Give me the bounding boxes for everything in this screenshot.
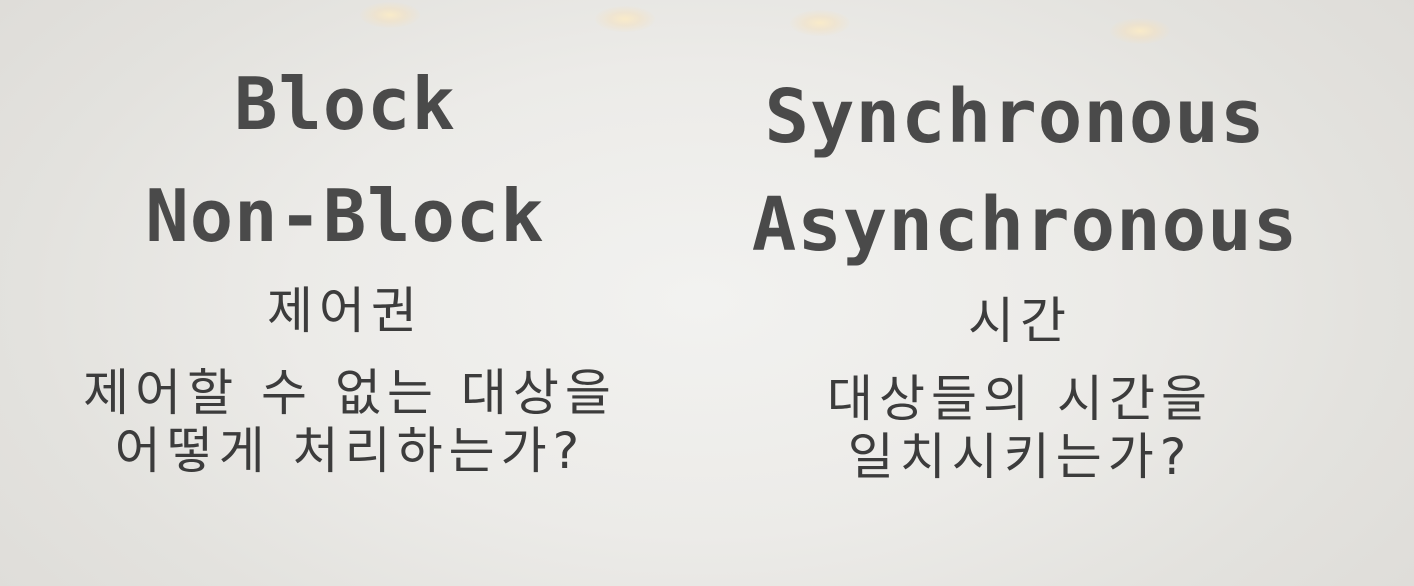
- question-line-2: 어떻게 처리하는가?: [114, 422, 586, 480]
- whiteboard: Block Non-Block 제어권 제어할 수 없는 대상을 어떻게 처리하…: [0, 0, 1414, 586]
- question-line-2: 일치시키는가?: [847, 428, 1193, 486]
- keyword-control: 제어권: [267, 282, 423, 340]
- question-line-1: 제어할 수 없는 대상을: [83, 364, 617, 422]
- term-synchronous: Synchronous: [764, 74, 1266, 160]
- block-column: Block Non-Block 제어권 제어할 수 없는 대상을 어떻게 처리하…: [20, 0, 680, 586]
- question-line-1: 대상들의 시간을: [827, 370, 1213, 428]
- term-non-block: Non-Block: [145, 174, 545, 258]
- term-asynchronous: Asynchronous: [751, 182, 1299, 268]
- term-block: Block: [234, 62, 456, 146]
- keyword-time: 시간: [968, 292, 1072, 350]
- synchronous-column: Synchronous Asynchronous 시간 대상들의 시간을 일치시…: [710, 0, 1330, 586]
